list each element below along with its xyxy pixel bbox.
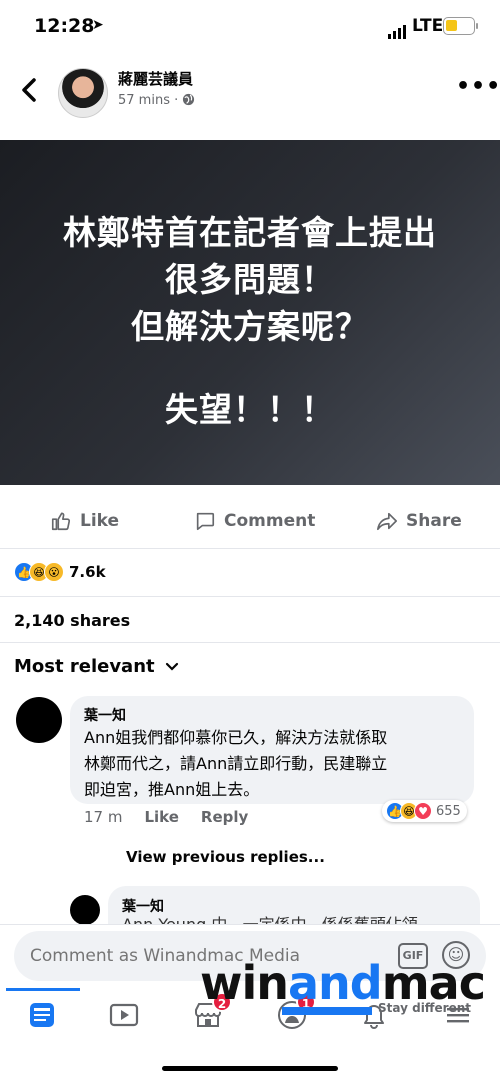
view-previous-replies[interactable]: View previous replies... bbox=[126, 848, 325, 866]
love-reaction-icon: ♥ bbox=[414, 802, 432, 820]
divider bbox=[0, 642, 500, 643]
post-image[interactable]: 林鄭特首在記者會上提出 很多問題！ 但解決方案呢？ 失望！！！ bbox=[0, 140, 500, 485]
divider bbox=[0, 548, 500, 549]
divider bbox=[0, 596, 500, 597]
post-actions: Like Comment Share bbox=[0, 500, 500, 546]
post-image-line-4: 失望！！！ bbox=[165, 390, 335, 429]
watermark-tagline: Stay different bbox=[378, 1001, 472, 1015]
commenter-name[interactable]: 葉一知 bbox=[84, 705, 126, 725]
status-bar: 12:28 ➤ LTE bbox=[0, 0, 500, 54]
tab-news-feed[interactable] bbox=[24, 998, 60, 1032]
share-icon bbox=[377, 512, 397, 531]
comment-reply-button[interactable]: Reply bbox=[201, 808, 248, 826]
sort-label: Most relevant bbox=[14, 656, 155, 677]
author-name[interactable]: 蔣麗芸議員 bbox=[118, 68, 193, 89]
share-label: Share bbox=[406, 511, 462, 531]
comment-meta: 17 m Like Reply bbox=[84, 808, 248, 826]
share-count[interactable]: 2,140 shares bbox=[14, 611, 130, 630]
post-image-line-2: 很多問題！ bbox=[165, 260, 335, 299]
comment-reaction-count: 655 bbox=[436, 803, 461, 819]
battery-icon bbox=[443, 17, 475, 35]
active-tab-indicator bbox=[6, 988, 80, 991]
battery-cap bbox=[476, 23, 478, 29]
chevron-down-icon bbox=[165, 662, 178, 671]
comment-icon bbox=[196, 512, 215, 531]
home-indicator[interactable] bbox=[162, 1066, 338, 1071]
commenter-avatar[interactable] bbox=[16, 697, 62, 743]
dot-separator: · bbox=[174, 93, 183, 108]
watermark-and: and bbox=[288, 956, 383, 1010]
comment-sort-dropdown[interactable]: Most relevant bbox=[14, 656, 179, 677]
watermark-bar bbox=[282, 1007, 372, 1015]
comment-reactions[interactable]: 👍 😆 ♥ 655 bbox=[382, 800, 467, 822]
comment-text-line: Ann姐我們都仰慕你已久，解決方法就係取 bbox=[84, 728, 388, 747]
comment-like-button[interactable]: Like bbox=[144, 808, 178, 826]
comment-text-line: 林鄭而代之，請Ann請立即行動，民建聯立 bbox=[84, 754, 388, 773]
watermark-win: win bbox=[200, 956, 289, 1010]
like-label: Like bbox=[80, 511, 120, 531]
network-type: LTE bbox=[412, 16, 444, 36]
status-time: 12:28 bbox=[34, 15, 95, 37]
wow-reaction-icon: 😮 bbox=[44, 562, 64, 582]
reactions-summary[interactable]: 👍 😆 😮 7.6k bbox=[14, 561, 106, 583]
post-image-line-3: 但解決方案呢？ bbox=[131, 307, 369, 346]
location-arrow-icon: ➤ bbox=[92, 17, 104, 33]
reaction-count: 7.6k bbox=[69, 563, 106, 581]
comment-button[interactable]: Comment bbox=[194, 510, 315, 532]
comment-label: Comment bbox=[224, 511, 316, 531]
comment-text-line: 即迫宮，推Ann姐上去。 bbox=[84, 780, 260, 799]
post-time-row: 57 mins · bbox=[118, 93, 195, 108]
share-button[interactable]: Share bbox=[376, 510, 462, 532]
news-feed-icon bbox=[30, 1003, 54, 1027]
post-header: 蔣麗芸議員 57 mins · ••• bbox=[0, 54, 500, 140]
like-button[interactable]: Like bbox=[50, 510, 119, 532]
thumbs-up-icon bbox=[51, 512, 71, 531]
author-avatar[interactable] bbox=[58, 68, 108, 118]
chevron-left-icon bbox=[22, 78, 36, 102]
tab-watch[interactable] bbox=[106, 998, 142, 1032]
reply-avatar[interactable] bbox=[70, 895, 100, 925]
comment-time: 17 m bbox=[84, 808, 123, 826]
back-button[interactable] bbox=[14, 76, 44, 116]
post-time: 57 mins bbox=[118, 93, 170, 108]
post-image-line-1: 林鄭特首在記者會上提出 bbox=[63, 213, 437, 252]
cellular-signal-icon bbox=[388, 20, 408, 39]
globe-icon bbox=[183, 93, 195, 106]
more-options-button[interactable]: ••• bbox=[456, 74, 500, 99]
watch-video-icon bbox=[109, 1003, 139, 1027]
